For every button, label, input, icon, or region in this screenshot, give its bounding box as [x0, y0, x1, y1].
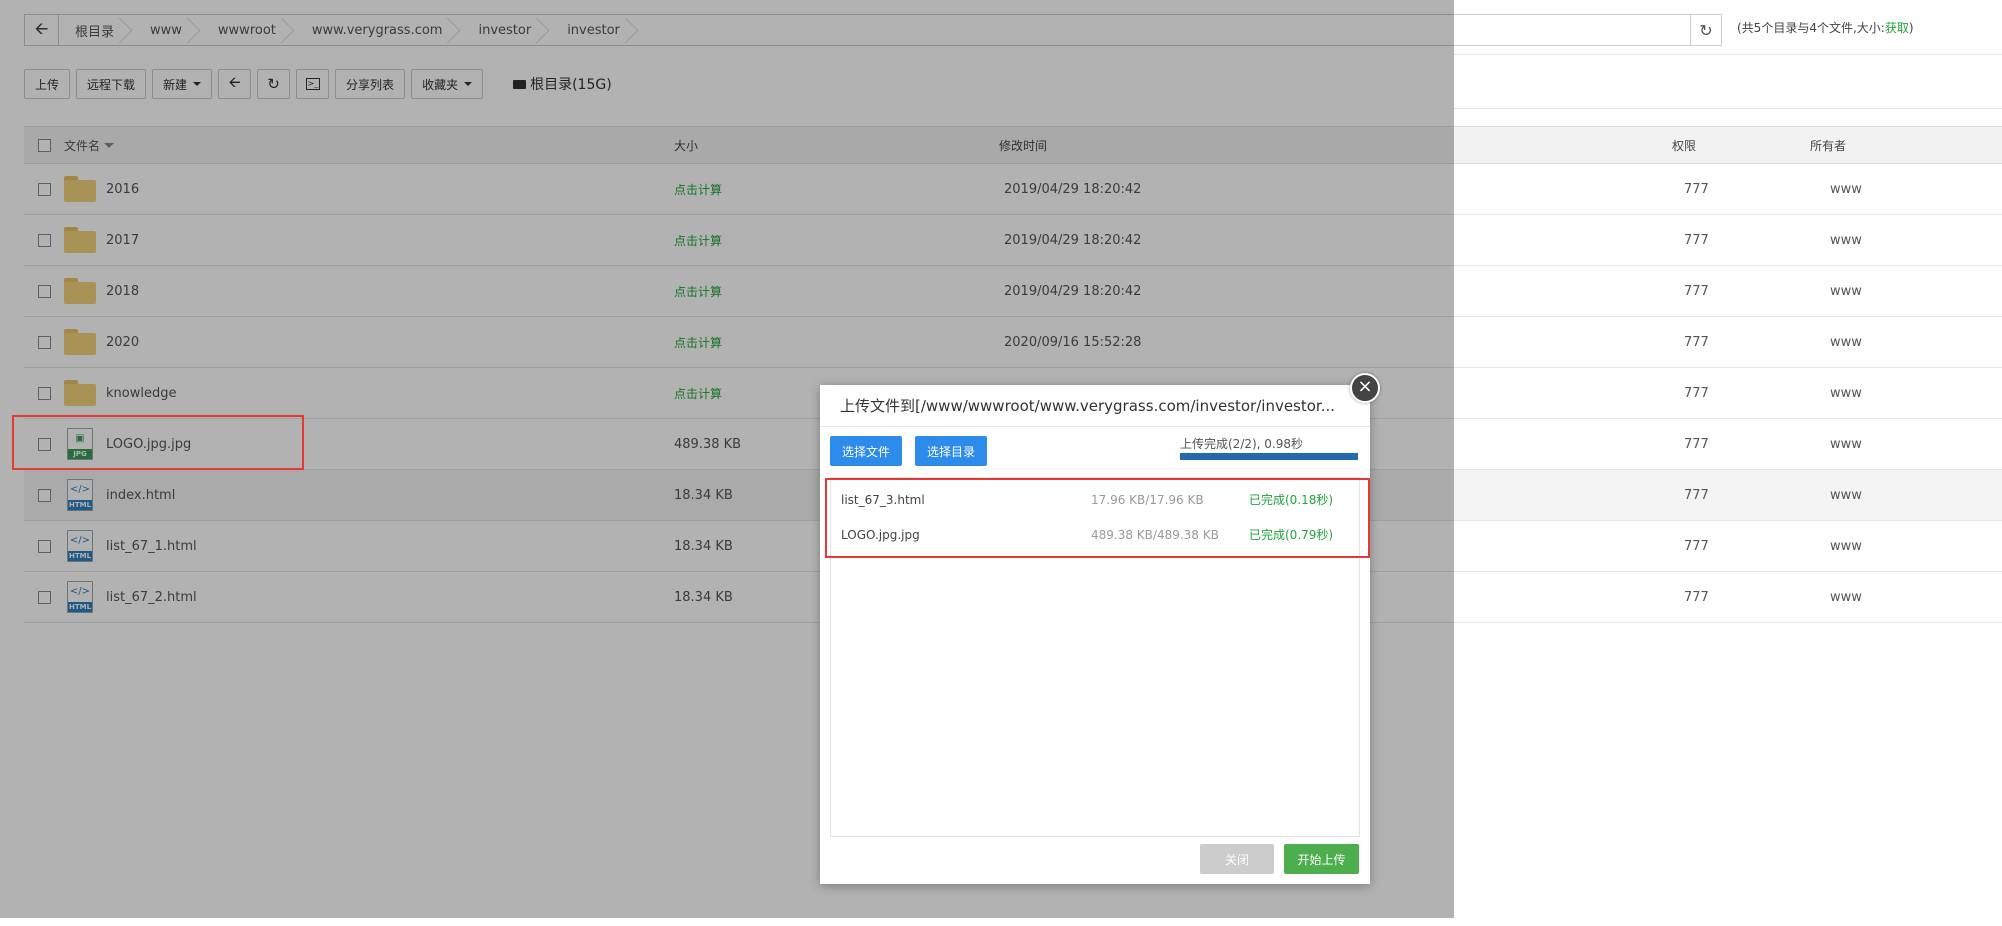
permission[interactable]: 777	[1564, 590, 1744, 605]
permission[interactable]: 777	[1564, 539, 1744, 554]
upload-progress-fill	[1180, 453, 1358, 460]
permission[interactable]: 777	[1564, 182, 1744, 197]
upload-progress-text: 上传完成(2/2), 0.98秒	[1180, 437, 1304, 451]
owner[interactable]: www	[1744, 539, 1944, 554]
divider	[1454, 108, 2002, 109]
upload-dialog-title: 上传文件到[/www/wwwroot/www.verygrass.com/inv…	[820, 385, 1370, 427]
owner[interactable]: www	[1744, 284, 1944, 299]
refresh-icon: ↻	[1699, 20, 1713, 40]
permission[interactable]: 777	[1564, 284, 1744, 299]
start-upload-button[interactable]: 开始上传	[1284, 844, 1359, 874]
owner[interactable]: www	[1744, 437, 1944, 452]
permission[interactable]: 777	[1564, 488, 1744, 503]
highlight-logo-row	[12, 415, 304, 470]
owner[interactable]: www	[1744, 488, 1944, 503]
owner[interactable]: www	[1744, 335, 1944, 350]
refresh-path-button[interactable]: ↻	[1690, 14, 1722, 46]
highlight-upload-items	[825, 478, 1370, 558]
permission[interactable]: 777	[1564, 437, 1744, 452]
close-button[interactable]: 关闭	[1200, 844, 1274, 874]
close-dialog-button[interactable]: ×	[1350, 373, 1380, 403]
upload-dialog: 上传文件到[/www/wwwroot/www.verygrass.com/inv…	[820, 373, 1380, 884]
permission[interactable]: 777	[1564, 233, 1744, 248]
upload-progress-bar	[1180, 453, 1358, 460]
owner[interactable]: www	[1744, 386, 1944, 401]
header-owner: 所有者	[1810, 138, 1847, 153]
permission[interactable]: 777	[1564, 335, 1744, 350]
file-manager: 🡨 根目录 www wwwroot www.verygrass.com inve…	[0, 0, 2002, 926]
permission[interactable]: 777	[1564, 386, 1744, 401]
owner[interactable]: www	[1744, 182, 1944, 197]
close-icon: ×	[1357, 376, 1373, 397]
owner[interactable]: www	[1744, 233, 1944, 248]
select-file-button[interactable]: 选择文件	[830, 436, 903, 466]
summary-text: (共5个目录与4个文件,大小:	[1737, 21, 1885, 35]
directory-summary: (共5个目录与4个文件,大小:获取)	[1737, 19, 1914, 36]
owner[interactable]: www	[1744, 590, 1944, 605]
summary-close: )	[1908, 21, 1914, 35]
select-directory-button[interactable]: 选择目录	[915, 436, 988, 466]
get-size-link[interactable]: 获取	[1885, 21, 1909, 35]
divider	[1454, 54, 2002, 55]
header-perm: 权限	[1672, 138, 1697, 153]
